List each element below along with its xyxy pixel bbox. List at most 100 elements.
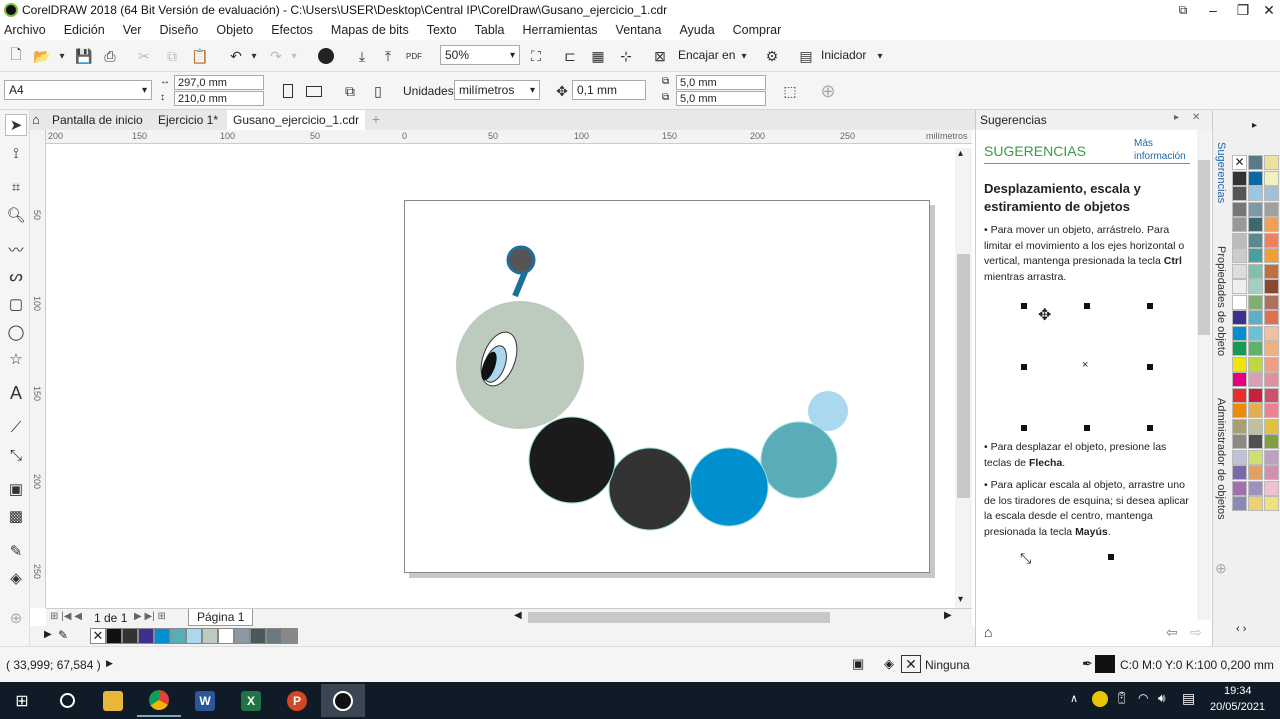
swatch[interactable] <box>250 628 266 644</box>
worm-blue-segment[interactable] <box>689 447 769 527</box>
chrome-icon[interactable] <box>137 684 181 717</box>
swatch[interactable] <box>266 628 282 644</box>
palette-swatch[interactable] <box>1232 294 1247 310</box>
palette-swatch[interactable] <box>1232 279 1247 294</box>
volume-icon[interactable]: 🔊︎ <box>1158 691 1166 706</box>
palette-swatch[interactable] <box>1248 155 1263 170</box>
word-icon[interactable]: W <box>183 684 227 717</box>
new-tab-icon[interactable]: + <box>368 111 384 129</box>
snap-to-button[interactable]: Encajar en <box>678 48 735 62</box>
palette-swatch[interactable] <box>1264 372 1279 387</box>
battery-icon[interactable]: 🔋︎ <box>1114 691 1129 705</box>
palette-swatch[interactable] <box>1248 263 1263 279</box>
palette-swatch[interactable] <box>1248 434 1263 449</box>
vertical-scrollbar[interactable]: ▴ ▾ <box>955 148 972 608</box>
menu-mapas-de-bits[interactable]: Mapas de bits <box>331 23 409 37</box>
duplicate-x-input[interactable]: 5,0 mm <box>676 75 766 90</box>
ellipse-tool-icon[interactable]: ◯ <box>5 321 27 343</box>
units-select[interactable]: milímetros <box>454 80 540 100</box>
text-tool-icon[interactable]: A <box>5 382 27 404</box>
palette-swatch[interactable] <box>1264 403 1279 418</box>
palette-swatch[interactable] <box>1264 201 1279 217</box>
docker-forward-icon[interactable]: ⇨ <box>1190 624 1202 641</box>
palette-swatch[interactable] <box>1232 201 1247 217</box>
palette-swatch[interactable] <box>1248 294 1263 310</box>
palette-swatch[interactable] <box>1232 325 1247 341</box>
zoom-level-select[interactable]: 50% <box>440 45 520 65</box>
palette-swatch[interactable] <box>1248 372 1263 387</box>
launcher-dropdown-icon[interactable]: ▾ <box>870 46 890 66</box>
palette-swatch[interactable] <box>1264 387 1279 403</box>
palette-swatch[interactable] <box>1232 232 1247 248</box>
worm-dark-segment[interactable] <box>608 447 692 531</box>
palette-swatch[interactable] <box>1264 294 1279 310</box>
palette-swatch[interactable] <box>1232 480 1247 496</box>
palette-swatch[interactable] <box>1232 263 1247 279</box>
palette-swatch[interactable] <box>1248 480 1263 496</box>
palette-swatch[interactable] <box>1248 341 1263 356</box>
no-color-swatch[interactable]: ✕ <box>90 628 106 644</box>
connector-tool-icon[interactable]: ⤡ <box>5 444 27 466</box>
undo-icon[interactable]: ↶ <box>226 46 246 66</box>
swatch[interactable] <box>138 628 154 644</box>
help-window-icon[interactable]: ⧉ <box>1168 0 1198 20</box>
vertical-scroll-thumb[interactable] <box>957 254 970 498</box>
parallel-dimension-icon[interactable]: ⟋ <box>5 416 27 438</box>
clock-time[interactable]: 19:34 <box>1224 685 1252 697</box>
coreldraw-taskbar-icon[interactable] <box>321 684 365 717</box>
menu-ayuda[interactable]: Ayuda <box>679 23 714 37</box>
palette-swatch[interactable] <box>1232 248 1247 263</box>
nudge-distance-input[interactable]: 0,1 mm <box>572 80 646 100</box>
zoom-tool-icon[interactable]: 🔍︎ <box>5 204 27 226</box>
page-border-icon[interactable]: ⬚ <box>780 81 800 101</box>
menu-efectos[interactable]: Efectos <box>271 23 313 37</box>
palette-swatch[interactable] <box>1264 496 1279 511</box>
docker-close-icon[interactable]: ✕ <box>1192 112 1200 123</box>
no-fill-swatch[interactable]: ✕ <box>901 655 921 673</box>
palette-swatch[interactable] <box>1264 155 1279 170</box>
tray-chevron-icon[interactable]: ∧ <box>1070 692 1078 705</box>
start-windows-icon[interactable]: ⊞ <box>0 684 44 717</box>
show-guidelines-icon[interactable]: ⊹ <box>616 46 636 66</box>
tab-gusano-ejercicio[interactable]: Gusano_ejercicio_1.cdr <box>227 110 365 130</box>
docker-home-icon[interactable]: ⌂ <box>984 624 992 640</box>
palette-swatch[interactable] <box>1264 186 1279 201</box>
copy-icon[interactable]: ⧉ <box>162 46 182 66</box>
search-content-icon[interactable] <box>316 46 336 66</box>
palette-swatch[interactable] <box>1248 248 1263 263</box>
horizontal-scroll-thumb[interactable] <box>528 612 830 623</box>
palette-swatch[interactable] <box>1264 170 1279 186</box>
palette-swatch[interactable] <box>1232 449 1247 465</box>
close-button[interactable]: ✕ <box>1254 0 1280 20</box>
eyedropper-tool-icon[interactable]: ✎ <box>5 540 27 562</box>
palette-swatch[interactable] <box>1232 341 1247 356</box>
full-screen-icon[interactable]: ⛶ <box>526 46 546 66</box>
worm-head[interactable] <box>456 301 584 429</box>
menu-tabla[interactable]: Tabla <box>475 23 505 37</box>
redo-dropdown-icon[interactable]: ▾ <box>284 46 304 66</box>
scroll-down-icon[interactable]: ▾ <box>958 594 963 605</box>
palette-swatch[interactable] <box>1232 434 1247 449</box>
palette-swatch[interactable] <box>1248 279 1263 294</box>
palette-menu-icon[interactable]: ▶ <box>44 629 52 640</box>
minimize-button[interactable]: – <box>1198 0 1228 20</box>
page-tab[interactable]: Página 1 <box>188 609 254 626</box>
palette-swatch[interactable] <box>1232 387 1247 403</box>
palette-swatch[interactable] <box>1248 403 1263 418</box>
swatch[interactable] <box>122 628 138 644</box>
palette-swatch[interactable] <box>1248 449 1263 465</box>
artistic-media-icon[interactable]: ᔕ <box>5 265 27 287</box>
transparency-tool-icon[interactable]: ▩ <box>5 505 27 527</box>
palette-swatch[interactable] <box>1248 232 1263 248</box>
menu-ver[interactable]: Ver <box>123 23 142 37</box>
redo-icon[interactable]: ↷ <box>266 46 286 66</box>
menu-archivo[interactable]: Archivo <box>4 23 46 37</box>
swatch[interactable] <box>282 628 298 644</box>
add-tool-icon[interactable]: ⊕ <box>5 607 27 629</box>
palette-swatch[interactable] <box>1232 310 1247 325</box>
page-nav-buttons-icon[interactable]: ⊞ |◀ ◀ <box>50 611 82 622</box>
worm-black-segment[interactable] <box>528 416 616 504</box>
palette-swatch[interactable] <box>1248 310 1263 325</box>
palette-swatch[interactable] <box>1264 356 1279 372</box>
palette-swatch[interactable] <box>1232 403 1247 418</box>
